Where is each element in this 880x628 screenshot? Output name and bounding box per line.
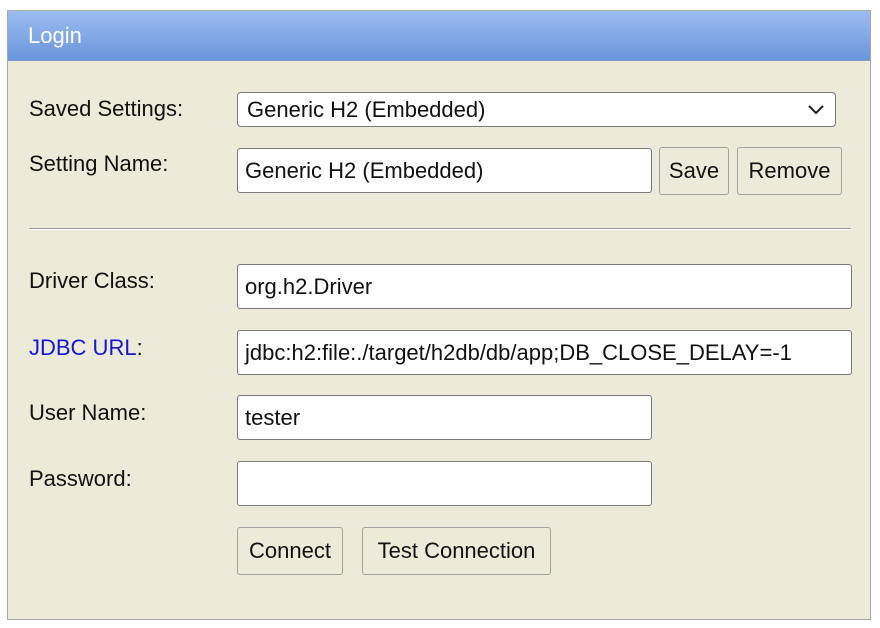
driver-class-input[interactable]: org.h2.Driver [237, 264, 852, 309]
driver-class-label: Driver Class: [29, 268, 155, 293]
remove-button[interactable]: Remove [737, 147, 842, 195]
save-button[interactable]: Save [659, 147, 729, 195]
section-divider [29, 228, 851, 230]
test-connection-button[interactable]: Test Connection [362, 527, 551, 575]
jdbc-url-colon: : [136, 335, 143, 360]
setting-name-input[interactable]: Generic H2 (Embedded) [237, 148, 652, 193]
login-panel: Login Saved Settings: Generic H2 (Embedd… [7, 10, 871, 620]
jdbc-url-input[interactable]: jdbc:h2:file:./target/h2db/db/app;DB_CLO… [237, 330, 852, 375]
user-name-label: User Name: [29, 400, 147, 425]
user-name-input[interactable]: tester [237, 395, 652, 440]
password-label: Password: [29, 466, 132, 491]
saved-settings-value: Generic H2 (Embedded) [247, 97, 486, 122]
setting-name-label: Setting Name: [29, 151, 169, 176]
saved-settings-select[interactable]: Generic H2 (Embedded) [237, 92, 836, 127]
connect-button[interactable]: Connect [237, 527, 343, 575]
jdbc-url-link[interactable]: JDBC URL [29, 335, 137, 360]
login-title-bar: Login [8, 11, 870, 61]
saved-settings-label: Saved Settings: [29, 96, 184, 121]
chevron-down-icon [808, 105, 824, 115]
login-title: Login [28, 23, 82, 48]
password-input[interactable] [237, 461, 652, 506]
jdbc-url-label: JDBC URL: [29, 335, 143, 361]
